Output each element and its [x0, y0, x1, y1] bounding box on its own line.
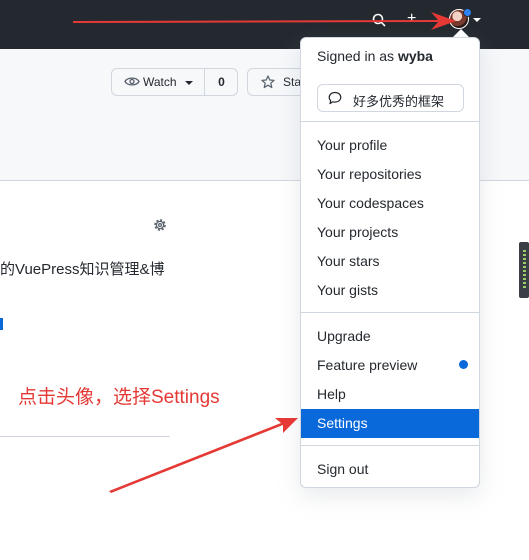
- divider: [0, 436, 170, 437]
- menu-item-help[interactable]: Help: [301, 380, 479, 409]
- menu-item-your-codespaces[interactable]: Your codespaces: [301, 189, 479, 218]
- feature-preview-dot: [459, 360, 468, 369]
- speech-bubble-icon: [328, 91, 342, 105]
- screen: + Watch 0 Sta 的VuePress知识管理&博 点击头像，选择Set…: [0, 0, 529, 560]
- chevron-down-icon[interactable]: [473, 18, 481, 22]
- menu-item-your-repositories[interactable]: Your repositories: [301, 160, 479, 189]
- watch-count[interactable]: 0: [205, 75, 238, 89]
- arrow-to-settings: [109, 418, 298, 493]
- menu-item-label: Sign out: [317, 461, 369, 477]
- about-link[interactable]: [0, 318, 3, 330]
- scrollbar-marks: [523, 250, 526, 290]
- watch-label: Watch: [143, 75, 177, 89]
- watch-main[interactable]: Watch: [112, 69, 205, 95]
- menu-item-label: Settings: [317, 415, 368, 431]
- username: wyba: [397, 48, 433, 64]
- star-label: Sta: [283, 75, 302, 89]
- menu-item-settings[interactable]: Settings: [301, 409, 479, 438]
- signed-in-prefix: Signed in as: [317, 48, 398, 64]
- menu-item-label: Help: [317, 386, 346, 402]
- menu-item-upgrade[interactable]: Upgrade: [301, 322, 479, 351]
- star-icon: [261, 75, 275, 89]
- menu-item-your-gists[interactable]: Your gists: [301, 276, 479, 305]
- menu-item-label: Your profile: [317, 137, 388, 153]
- menu-item-label: Your gists: [317, 282, 378, 298]
- notification-dot: [463, 8, 472, 17]
- chevron-down-icon: [185, 81, 193, 85]
- watch-button[interactable]: Watch 0: [111, 68, 238, 96]
- menu-item-your-stars[interactable]: Your stars: [301, 247, 479, 276]
- menu-item-sign-out[interactable]: Sign out: [301, 455, 479, 484]
- menu-item-feature-preview[interactable]: Feature preview: [301, 351, 479, 380]
- status-text: 好多优秀的框架: [353, 94, 445, 109]
- search-icon[interactable]: [372, 13, 386, 27]
- menu-item-label: Upgrade: [317, 328, 371, 344]
- menu-item-your-profile[interactable]: Your profile: [301, 131, 479, 160]
- gear-icon[interactable]: [152, 217, 168, 233]
- annotation-text: 点击头像，选择Settings: [18, 387, 220, 408]
- plus-icon[interactable]: +: [407, 11, 416, 27]
- dropdown-caret: [453, 29, 469, 37]
- menu-divider: [301, 121, 479, 122]
- set-status-button[interactable]: 好多优秀的框架: [317, 84, 464, 112]
- menu-item-label: Your projects: [317, 224, 399, 240]
- menu-item-label: Feature preview: [317, 357, 418, 373]
- menu-divider: [301, 312, 479, 313]
- menu-item-label: Your repositories: [317, 166, 422, 182]
- about-description: 的VuePress知识管理&博: [0, 261, 165, 278]
- eye-icon: [124, 77, 140, 86]
- menu-item-your-projects[interactable]: Your projects: [301, 218, 479, 247]
- menu-divider: [301, 445, 479, 446]
- signed-in-as: Signed in as wyba: [317, 48, 433, 64]
- menu-item-label: Your stars: [317, 253, 380, 269]
- menu-item-label: Your codespaces: [317, 195, 424, 211]
